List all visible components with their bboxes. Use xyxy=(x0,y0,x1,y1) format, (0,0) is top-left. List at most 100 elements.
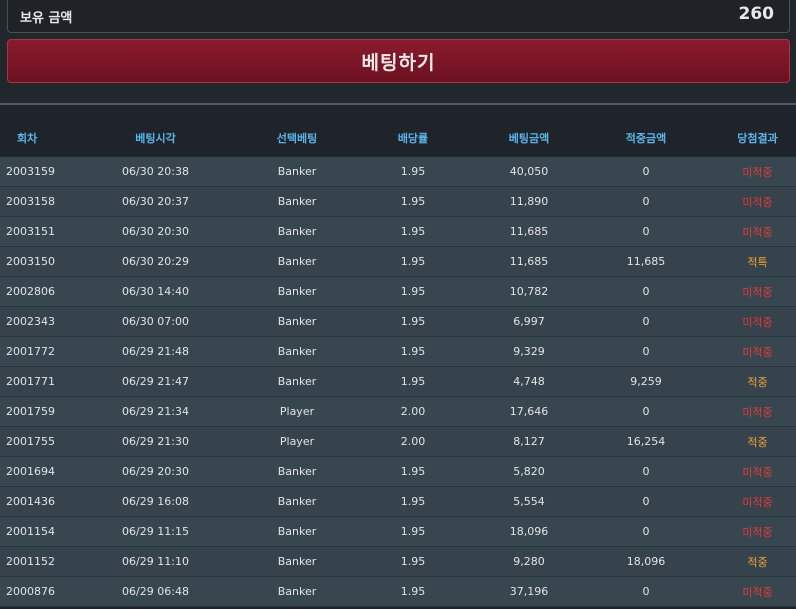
win-amount-cell: 0 xyxy=(642,225,650,238)
odds-cell: 1.95 xyxy=(400,495,426,508)
selection-cell: Banker xyxy=(277,195,317,208)
selection-cell: Banker xyxy=(277,375,317,388)
header-win-amount: 적중금액 xyxy=(625,132,667,145)
table-row: 2000876 06/29 06:48 Banker 1.95 37,196 0 미적중 xyxy=(0,577,796,607)
bet-time-cell: 06/29 11:10 xyxy=(122,555,189,568)
odds-cell: 1.95 xyxy=(400,195,426,208)
round-cell: 2002806 xyxy=(6,285,55,298)
result-cell: 미적중 xyxy=(742,525,773,539)
table-row: 2001759 06/29 21:34 Player 2.00 17,646 0 미적중 xyxy=(0,397,796,427)
selection-cell: Banker xyxy=(277,495,317,508)
selection-cell: Banker xyxy=(277,315,317,328)
round-cell: 2001154 xyxy=(6,525,55,538)
bet-amount-cell: 9,280 xyxy=(513,555,545,568)
result-cell: 미적중 xyxy=(742,165,773,179)
table-header: 회차 베팅시각 선택베팅 배당률 베팅금액 적중금액 당첨결과 xyxy=(0,119,796,157)
bet-time-cell: 06/30 14:40 xyxy=(122,285,189,298)
round-cell: 2001436 xyxy=(6,495,55,508)
table-row: 2003158 06/30 20:37 Banker 1.95 11,890 0 미적중 xyxy=(0,187,796,217)
win-amount-cell: 0 xyxy=(642,285,650,298)
round-cell: 2002343 xyxy=(6,315,55,328)
odds-cell: 2.00 xyxy=(400,435,426,448)
table-row: 2001772 06/29 21:48 Banker 1.95 9,329 0 미적중 xyxy=(0,337,796,367)
win-amount-cell: 0 xyxy=(642,495,650,508)
result-cell: 미적중 xyxy=(742,495,773,509)
selection-cell: Banker xyxy=(277,225,317,238)
result-cell: 적특 xyxy=(747,255,768,269)
result-cell: 미적중 xyxy=(742,225,773,239)
win-amount-cell: 0 xyxy=(642,405,650,418)
result-cell: 적중 xyxy=(747,555,768,569)
table-row: 2001771 06/29 21:47 Banker 1.95 4,748 9,259 적중 xyxy=(0,367,796,397)
table-row: 2002806 06/30 14:40 Banker 1.95 10,782 0 미적중 xyxy=(0,277,796,307)
table-row: 2001755 06/29 21:30 Player 2.00 8,127 16,254 적… xyxy=(0,427,796,457)
bet-amount-cell: 5,820 xyxy=(513,465,545,478)
place-bet-button[interactable]: 베팅하기 xyxy=(7,39,790,83)
selection-cell: Banker xyxy=(277,525,317,538)
bet-amount-cell: 11,890 xyxy=(509,195,549,208)
table-row: 2003151 06/30 20:30 Banker 1.95 11,685 0 미적중 xyxy=(0,217,796,247)
bet-time-cell: 06/29 21:48 xyxy=(122,345,189,358)
header-bet-time: 베팅시각 xyxy=(135,132,176,145)
bet-time-cell: 06/29 16:08 xyxy=(122,495,189,508)
odds-cell: 1.95 xyxy=(400,525,426,538)
header-result: 당첨결과 xyxy=(737,132,778,145)
bet-amount-cell: 11,685 xyxy=(509,255,549,268)
odds-cell: 1.95 xyxy=(400,375,426,388)
header-round: 회차 xyxy=(17,132,38,145)
selection-cell: Banker xyxy=(277,345,317,358)
bet-time-cell: 06/29 21:47 xyxy=(122,375,189,388)
header-odds: 배당률 xyxy=(397,132,429,145)
bet-amount-cell: 17,646 xyxy=(509,405,549,418)
odds-cell: 1.95 xyxy=(400,345,426,358)
table-row: 2001152 06/29 11:10 Banker 1.95 9,280 18,096 적… xyxy=(0,547,796,577)
bet-amount-cell: 6,997 xyxy=(513,315,545,328)
bet-time-cell: 06/30 20:29 xyxy=(122,255,189,268)
bet-time-cell: 06/29 20:30 xyxy=(122,465,189,478)
round-cell: 2001755 xyxy=(6,435,55,448)
bet-amount-cell: 40,050 xyxy=(509,165,549,178)
result-cell: 미적중 xyxy=(742,195,773,209)
bet-amount-cell: 8,127 xyxy=(513,435,545,448)
result-cell: 미적중 xyxy=(742,465,773,479)
result-cell: 적중 xyxy=(747,435,768,449)
bet-amount-cell: 5,554 xyxy=(513,495,545,508)
result-cell: 미적중 xyxy=(742,405,773,419)
bet-amount-cell: 18,096 xyxy=(509,525,549,538)
win-amount-cell: 0 xyxy=(642,465,650,478)
balance-value: 260 xyxy=(738,4,775,24)
bet-amount-cell: 10,782 xyxy=(509,285,549,298)
odds-cell: 1.95 xyxy=(400,465,426,478)
selection-cell: Banker xyxy=(277,585,317,598)
odds-cell: 1.95 xyxy=(400,165,426,178)
bet-time-cell: 06/30 07:00 xyxy=(122,315,189,328)
table-row: 2001154 06/29 11:15 Banker 1.95 18,096 0 미적중 xyxy=(0,517,796,547)
odds-cell: 1.95 xyxy=(400,255,426,268)
win-amount-cell: 0 xyxy=(642,345,650,358)
table-row: 2001436 06/29 16:08 Banker 1.95 5,554 0 미적중 xyxy=(0,487,796,517)
table-row: 2003150 06/30 20:29 Banker 1.95 11,685 11,685… xyxy=(0,247,796,277)
odds-cell: 1.95 xyxy=(400,285,426,298)
win-amount-cell: 16,254 xyxy=(626,435,666,448)
round-cell: 2001772 xyxy=(6,345,55,358)
bet-panel: 보유 금액 260 베팅하기 xyxy=(0,0,796,96)
round-cell: 2001771 xyxy=(6,375,55,388)
table-row: 2001694 06/29 20:30 Banker 1.95 5,820 0 미적중 xyxy=(0,457,796,487)
bet-amount-cell: 4,748 xyxy=(513,375,545,388)
header-selection: 선택베팅 xyxy=(276,132,318,145)
selection-cell: Banker xyxy=(277,465,317,478)
balance-label: 보유 금액 xyxy=(20,11,73,26)
result-cell: 적중 xyxy=(747,375,768,389)
selection-cell: Player xyxy=(279,435,315,448)
selection-cell: Player xyxy=(279,405,315,418)
round-cell: 2003151 xyxy=(6,225,55,238)
win-amount-cell: 18,096 xyxy=(626,555,666,568)
bet-time-cell: 06/29 11:15 xyxy=(122,525,189,538)
odds-cell: 2.00 xyxy=(400,405,426,418)
selection-cell: Banker xyxy=(277,165,317,178)
result-cell: 미적중 xyxy=(742,345,773,359)
bet-time-cell: 06/29 21:30 xyxy=(122,435,189,448)
result-cell: 미적중 xyxy=(742,285,773,299)
round-cell: 2003158 xyxy=(6,195,55,208)
bet-amount-cell: 11,685 xyxy=(509,225,549,238)
